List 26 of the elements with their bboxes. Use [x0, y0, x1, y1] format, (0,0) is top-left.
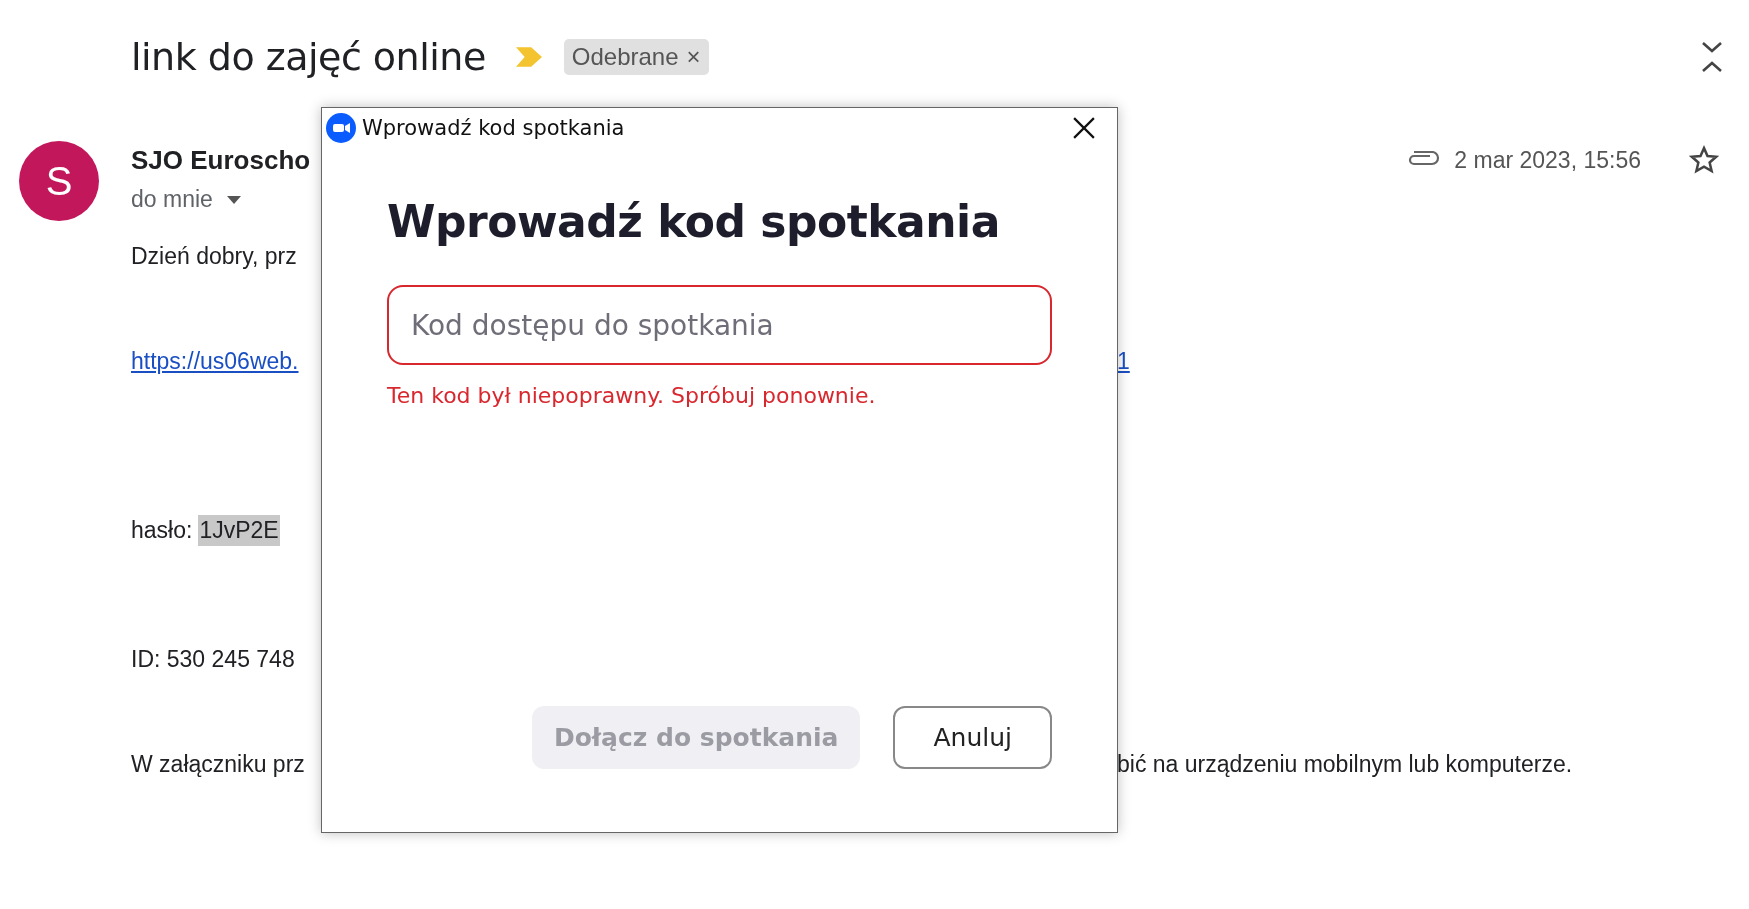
sender-name: SJO Euroscho: [131, 145, 311, 176]
email-subject: link do zajęć online: [131, 35, 486, 79]
sender-avatar[interactable]: S: [19, 141, 99, 221]
label-chip: Odebrane ×: [563, 39, 709, 75]
app-logo-icon: [326, 113, 356, 143]
body-text: ID: 530 245 748: [131, 645, 295, 673]
importance-marker-icon[interactable]: [515, 47, 542, 67]
remove-label-button[interactable]: ×: [686, 43, 701, 71]
dialog-title: Wprowadź kod spotkania: [362, 116, 625, 140]
body-text: hasło:: [131, 517, 193, 544]
meeting-link[interactable]: 1: [1117, 347, 1749, 375]
dropdown-caret-icon[interactable]: [226, 195, 241, 204]
body-text: W załączniku prz: [131, 750, 305, 778]
body-text: Dzień dobry, prz: [131, 242, 297, 270]
cancel-button[interactable]: Anuluj: [893, 706, 1052, 769]
close-icon[interactable]: [1073, 117, 1095, 139]
body-text: bić na urządzeniu mobilnym lub komputerze.: [1117, 750, 1574, 778]
email-date: 2 mar 2023, 15:56: [1454, 146, 1641, 174]
recipient-text: do mnie: [131, 186, 213, 213]
meeting-link[interactable]: https://us06web.: [131, 347, 321, 375]
selected-password: 1JvP2E: [198, 515, 280, 546]
meeting-code-field[interactable]: Kod dostępu do spotkania: [387, 285, 1052, 365]
collapse-icon[interactable]: [1700, 40, 1724, 74]
dialog-heading: Wprowadź kod spotkania: [387, 196, 1001, 247]
error-message: Ten kod był niepoprawny. Spróbuj ponownie.: [387, 383, 877, 408]
star-icon[interactable]: [1689, 145, 1719, 175]
